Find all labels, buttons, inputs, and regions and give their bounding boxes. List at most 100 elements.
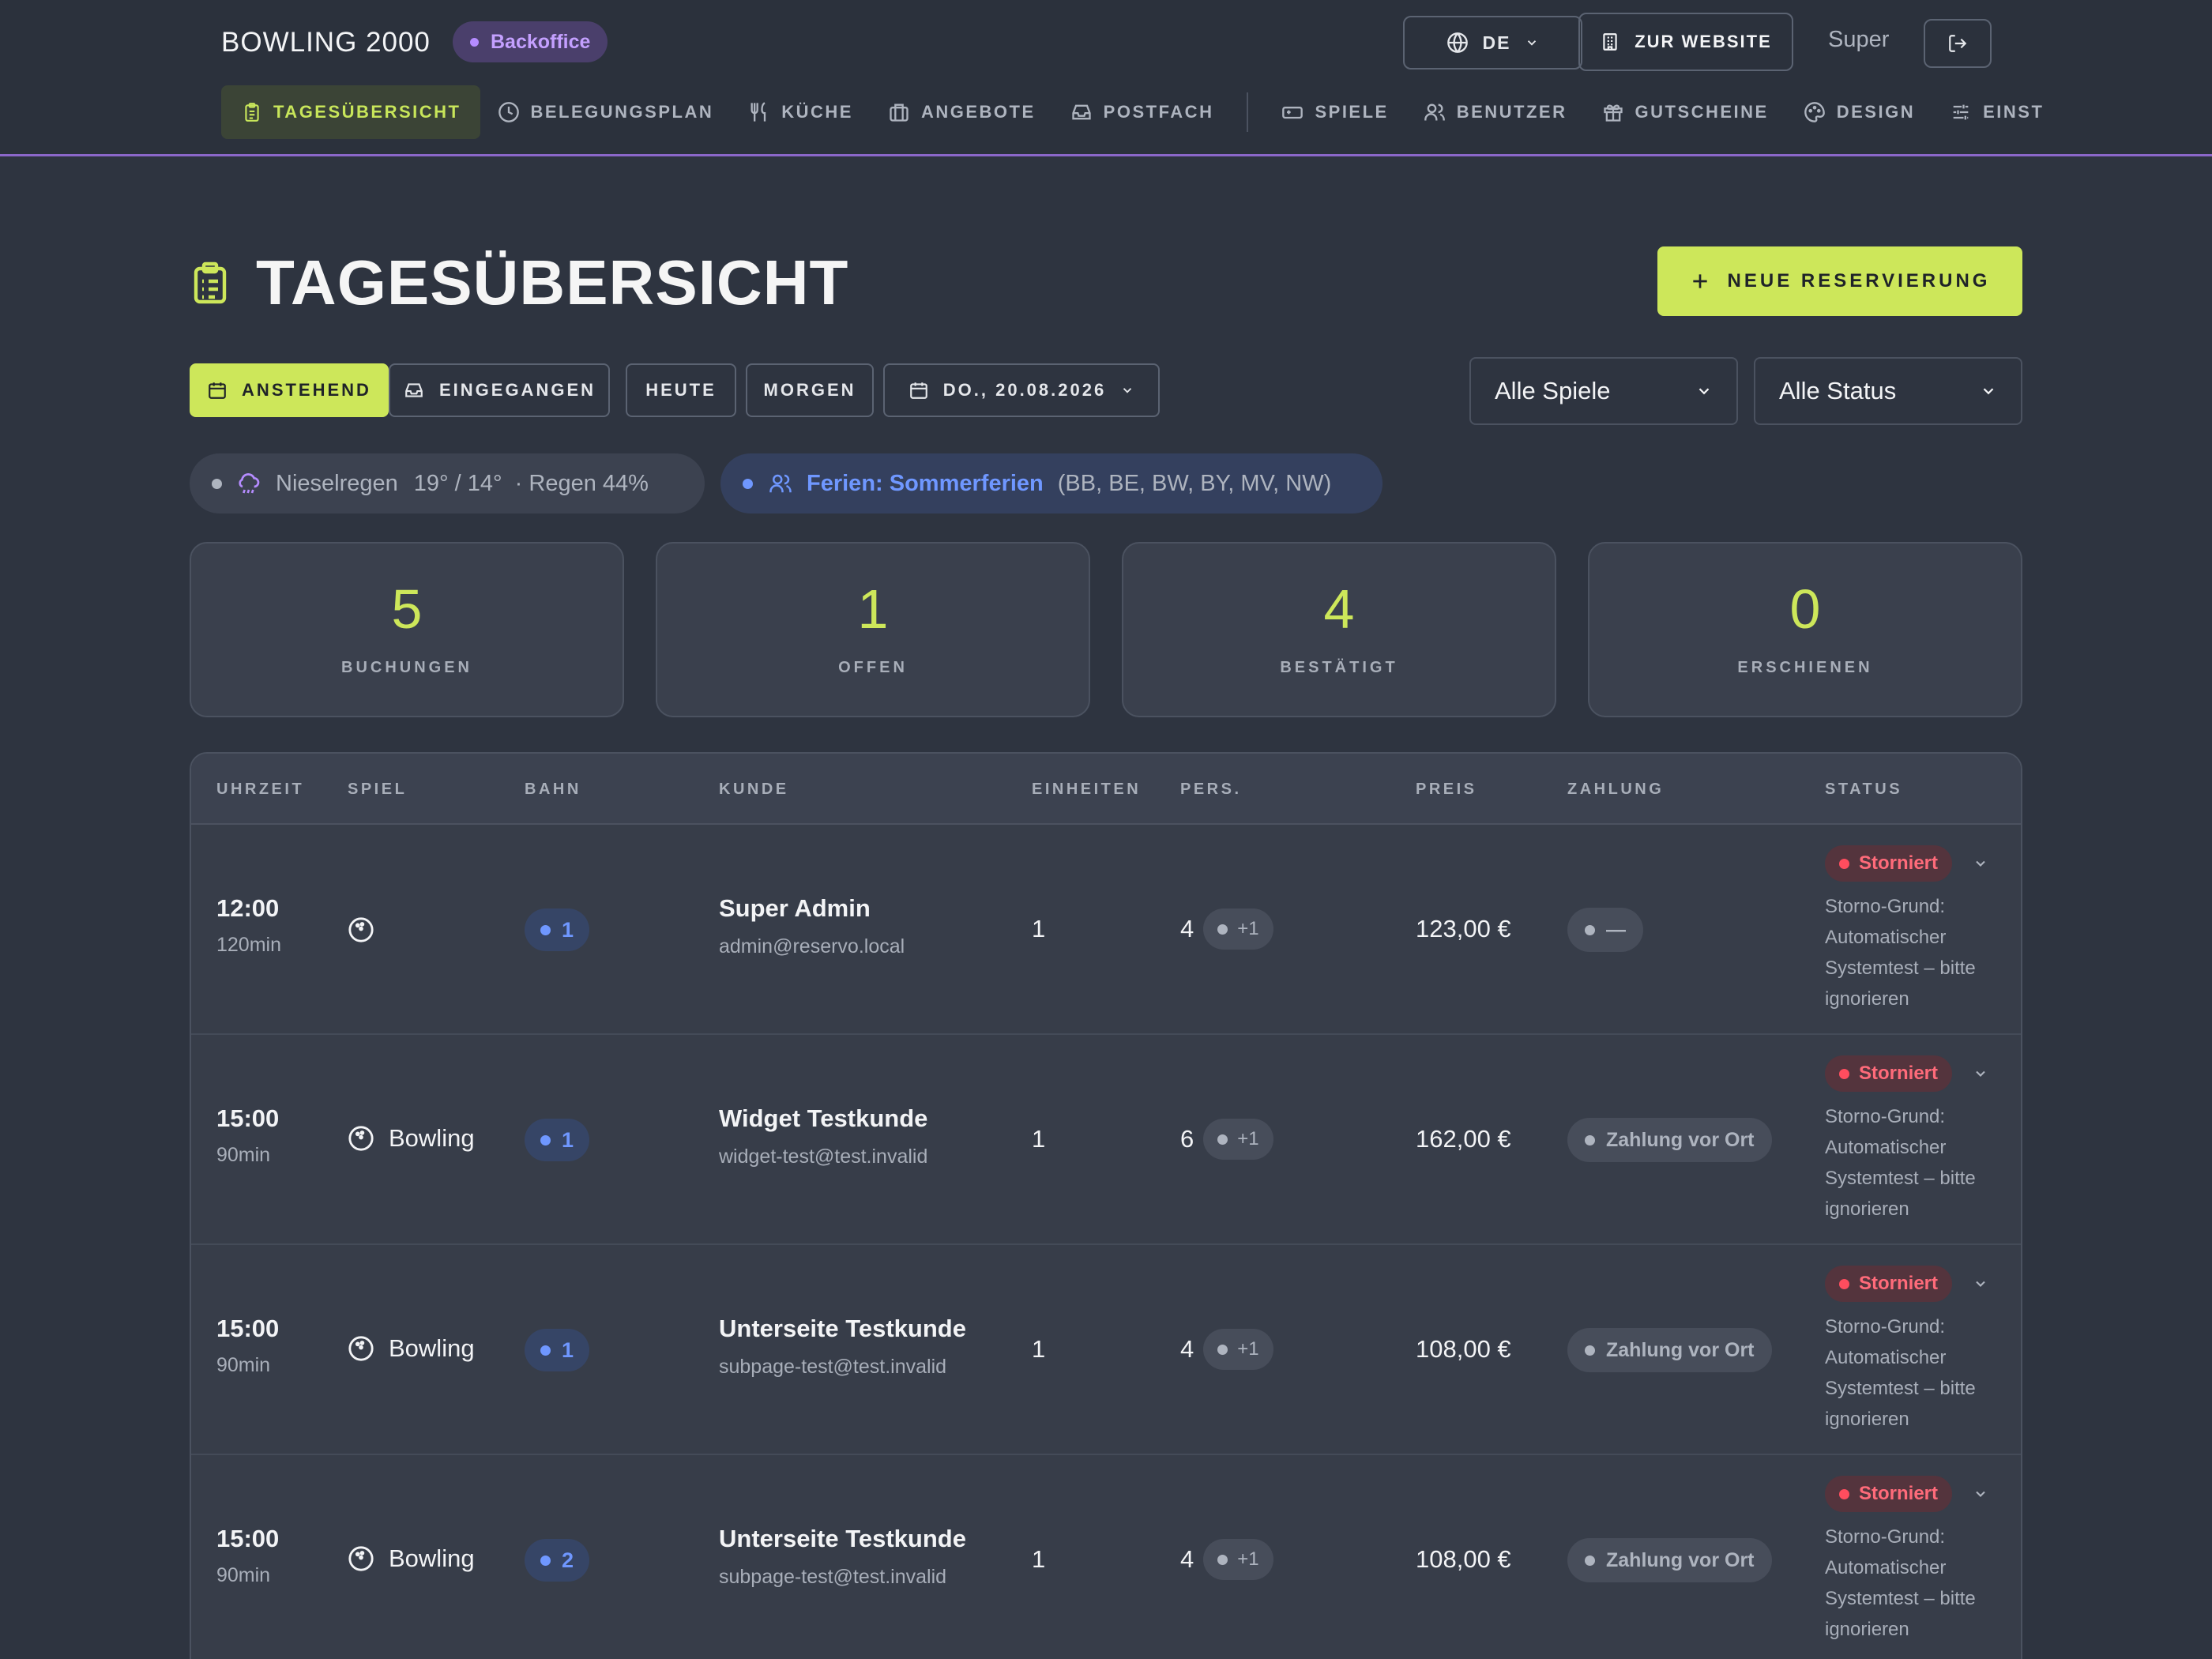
status-badge[interactable]: Storniert [1825, 845, 1953, 882]
extra-persons: +1 [1237, 1338, 1259, 1360]
customer-email: subpage-test@test.invalid [719, 1566, 947, 1588]
sliders-icon [1950, 101, 1972, 123]
column-header[interactable]: EINHEITEN [1032, 781, 1141, 799]
chevron-down-icon[interactable] [1973, 856, 1988, 871]
customer-cell: Widget Testkunde widget-test@test.invali… [719, 1104, 927, 1168]
website-button[interactable]: ZUR WEBSITE [1578, 13, 1793, 71]
page-title: TAGESÜBERSICHT [256, 247, 849, 318]
price-cell: 123,00 € [1416, 915, 1511, 942]
lane-number: 1 [562, 1127, 574, 1152]
payment-badge: Zahlung vor Ort [1567, 1328, 1772, 1372]
holiday-pill: Ferien: Sommerferien (BB, BE, BW, BY, MV… [720, 453, 1382, 514]
nav-item-einstellungen[interactable]: EINST [1932, 85, 2061, 139]
backoffice-badge: Backoffice [453, 21, 608, 62]
plus-icon [1690, 271, 1710, 292]
payment-cell: Zahlung vor Ort [1567, 1118, 1772, 1162]
nav-item-belegungsplan[interactable]: BELEGUNGSPLAN [480, 85, 732, 139]
status-dot [540, 924, 551, 935]
column-header[interactable]: BAHN [525, 781, 581, 799]
chevron-down-icon[interactable] [1973, 1486, 1988, 1502]
brand-name[interactable]: BOWLING 2000 [221, 27, 431, 58]
nav-item-angebote[interactable]: ANGEBOTE [871, 85, 1053, 139]
new-reservation-button[interactable]: NEUE RESERVIERUNG [1657, 246, 2022, 316]
customer-cell: Unterseite Testkunde subpage-test@test.i… [719, 1315, 966, 1379]
rain-cloud-icon [236, 471, 261, 496]
chevron-down-icon[interactable] [1973, 1066, 1988, 1082]
chevron-down-icon[interactable] [1973, 1276, 1988, 1292]
building-icon [1600, 31, 1620, 53]
status-dot [1839, 1278, 1849, 1289]
users-icon [769, 472, 792, 495]
customer-name[interactable]: Super Admin [719, 894, 905, 923]
chevron-down-icon [1525, 36, 1539, 50]
status-dot [1839, 1488, 1849, 1499]
chevron-down-icon [1120, 383, 1134, 397]
column-header[interactable]: SPIEL [348, 781, 407, 799]
nav-item-tagesuebersicht[interactable]: TAGESÜBERSICHT [221, 85, 480, 139]
new-reservation-label: NEUE RESERVIERUNG [1727, 270, 1991, 292]
status-label: Storniert [1859, 852, 1939, 874]
table-row[interactable]: 12:00 120min 1 Super Admin admin@reservo… [191, 825, 2021, 1035]
customer-name[interactable]: Unterseite Testkunde [719, 1525, 966, 1553]
nav-item-spiele[interactable]: SPIELE [1264, 85, 1405, 139]
utensils-icon [748, 101, 770, 123]
status-select[interactable]: Alle Status [1754, 357, 2022, 425]
column-header[interactable]: UHRZEIT [216, 781, 304, 799]
filter-received[interactable]: EINGEGANGEN [389, 363, 610, 417]
persons-cell: 6 +1 [1180, 1119, 1273, 1160]
language-selector[interactable]: DE [1403, 16, 1582, 70]
filter-tomorrow[interactable]: MORGEN [746, 363, 874, 417]
column-header[interactable]: ZAHLUNG [1567, 781, 1664, 799]
extra-persons: +1 [1237, 1548, 1259, 1570]
lane-number: 1 [562, 917, 574, 942]
persons-cell: 4 +1 [1180, 1329, 1273, 1370]
stat-value: 0 [1789, 578, 1821, 640]
status-dot [1585, 924, 1595, 935]
logout-button[interactable] [1924, 19, 1992, 68]
filter-upcoming[interactable]: ANSTEHEND [190, 363, 389, 417]
status-dot [540, 1555, 551, 1566]
nav-item-kueche[interactable]: KÜCHE [731, 85, 871, 139]
time-cell: 12:00 120min [216, 894, 281, 957]
stat-value: 1 [857, 578, 889, 640]
filter-today[interactable]: HEUTE [626, 363, 736, 417]
time-cell: 15:00 90min [216, 1315, 279, 1377]
table-row[interactable]: 15:00 90min Bowling 2 Unterseite Testkun… [191, 1455, 2021, 1659]
status-badge[interactable]: Storniert [1825, 1266, 1953, 1302]
date-picker[interactable]: DO., 20.08.2026 [883, 363, 1160, 417]
nav-item-gutscheine[interactable]: GUTSCHEINE [1585, 85, 1786, 139]
nav-item-design[interactable]: DESIGN [1786, 85, 1932, 139]
column-header[interactable]: PERS. [1180, 781, 1242, 799]
nav-item-label: BELEGUNGSPLAN [530, 102, 714, 122]
customer-name[interactable]: Unterseite Testkunde [719, 1315, 966, 1343]
payment-badge: — [1567, 908, 1643, 952]
price-cell: 108,00 € [1416, 1335, 1511, 1363]
user-name[interactable]: Super [1828, 27, 1889, 53]
lane-badge: 1 [525, 1119, 590, 1161]
status-dot [212, 478, 222, 489]
table-row[interactable]: 15:00 90min Bowling 1 Widget Testkunde w… [191, 1035, 2021, 1245]
units-cell: 1 [1032, 915, 1046, 942]
gamepad-icon [1281, 101, 1304, 123]
customer-name[interactable]: Widget Testkunde [719, 1104, 927, 1133]
globe-icon [1446, 32, 1469, 54]
customer-cell: Super Admin admin@reservo.local [719, 894, 905, 958]
column-header[interactable]: KUNDE [719, 781, 789, 799]
column-header[interactable]: STATUS [1825, 781, 1902, 799]
language-label: DE [1482, 32, 1511, 53]
clipboard-icon [242, 101, 262, 123]
date-picker-label: DO., 20.08.2026 [942, 380, 1107, 400]
table-row[interactable]: 15:00 90min Bowling 1 Unterseite Testkun… [191, 1245, 2021, 1455]
nav-item-label: POSTFACH [1103, 102, 1214, 122]
table-header: UHRZEIT SPIEL BAHN KUNDE EINHEITEN PERS.… [191, 754, 2021, 825]
price-cell: 108,00 € [1416, 1545, 1511, 1573]
nav-item-benutzer[interactable]: BENUTZER [1406, 85, 1585, 139]
nav-item-postfach[interactable]: POSTFACH [1053, 85, 1232, 139]
status-cell: Storniert Storno-Grund: Automatischer Sy… [1825, 1055, 2007, 1224]
filter-received-label: EINGEGANGEN [438, 380, 596, 400]
status-badge[interactable]: Storniert [1825, 1055, 1953, 1092]
games-select[interactable]: Alle Spiele [1469, 357, 1738, 425]
column-header[interactable]: PREIS [1416, 781, 1477, 799]
weather-pill: Nieselregen 19° / 14° · Regen 44% [190, 453, 705, 514]
status-badge[interactable]: Storniert [1825, 1476, 1953, 1512]
